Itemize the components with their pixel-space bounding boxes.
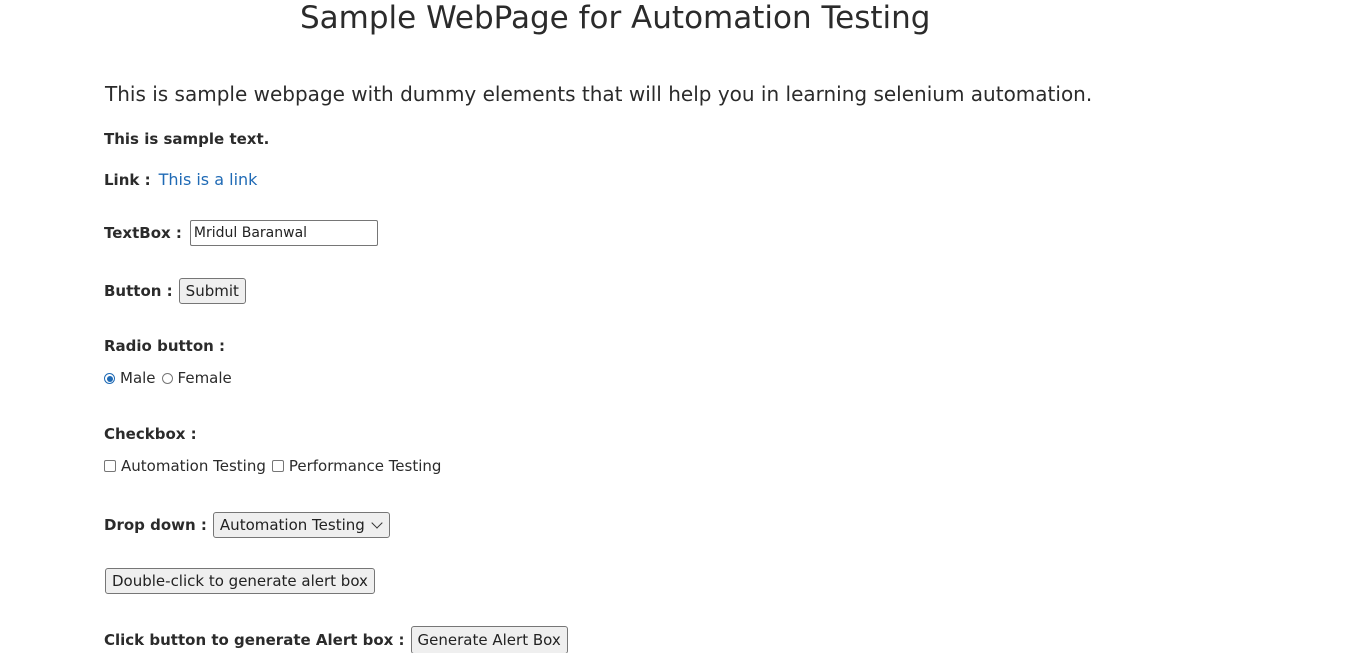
name-textbox[interactable]	[189, 220, 378, 246]
page: Sample WebPage for Automation Testing Th…	[0, 0, 1366, 653]
checkbox-label-row: Checkbox :	[104, 425, 197, 443]
testing-dropdown[interactable]: Automation Testing	[212, 512, 390, 538]
radio-female[interactable]	[161, 372, 173, 384]
double-click-alert-button[interactable]: Double-click to generate alert box	[105, 568, 375, 594]
submit-button[interactable]: Submit	[178, 278, 246, 304]
textbox-label: TextBox :	[104, 224, 182, 242]
checkbox-performance-label: Performance Testing	[288, 457, 442, 475]
sample-text: This is sample text.	[104, 130, 270, 148]
radio-label: Radio button :	[104, 337, 226, 355]
link-label: Link :	[104, 170, 151, 189]
radio-male[interactable]	[104, 372, 115, 384]
checkbox-options-row: Automation Testing Performance Testing	[104, 457, 441, 475]
checkbox-automation[interactable]	[104, 460, 116, 472]
checkbox-automation-label: Automation Testing	[121, 457, 266, 475]
link-row: Link : This is a link	[104, 170, 257, 189]
dropdown-selected: Automation Testing	[219, 516, 365, 534]
radio-label-row: Radio button :	[104, 337, 225, 355]
page-title: Sample WebPage for Automation Testing	[300, 0, 931, 36]
textbox-row: TextBox :	[104, 220, 378, 246]
chevron-down-icon	[371, 517, 383, 529]
dropdown-label: Drop down :	[104, 516, 207, 534]
dropdown-row: Drop down : Automation Testing	[104, 512, 390, 538]
sample-link[interactable]: This is a link	[159, 170, 258, 189]
alert-label: Click button to generate Alert box :	[104, 631, 405, 649]
checkbox-label: Checkbox :	[104, 425, 197, 443]
double-click-row: Double-click to generate alert box	[105, 568, 375, 594]
radio-female-label: Female	[177, 369, 232, 387]
radio-male-label: Male	[120, 369, 156, 387]
generate-alert-button[interactable]: Generate Alert Box	[410, 626, 568, 653]
button-label: Button :	[104, 282, 173, 300]
sample-text-row: This is sample text.	[104, 130, 269, 148]
radio-options-row: Male Female	[104, 369, 232, 387]
alert-row: Click button to generate Alert box : Gen…	[104, 626, 568, 653]
intro-text: This is sample webpage with dummy elemen…	[105, 82, 1093, 106]
checkbox-performance[interactable]	[271, 460, 284, 472]
button-row: Button : Submit	[104, 278, 246, 304]
